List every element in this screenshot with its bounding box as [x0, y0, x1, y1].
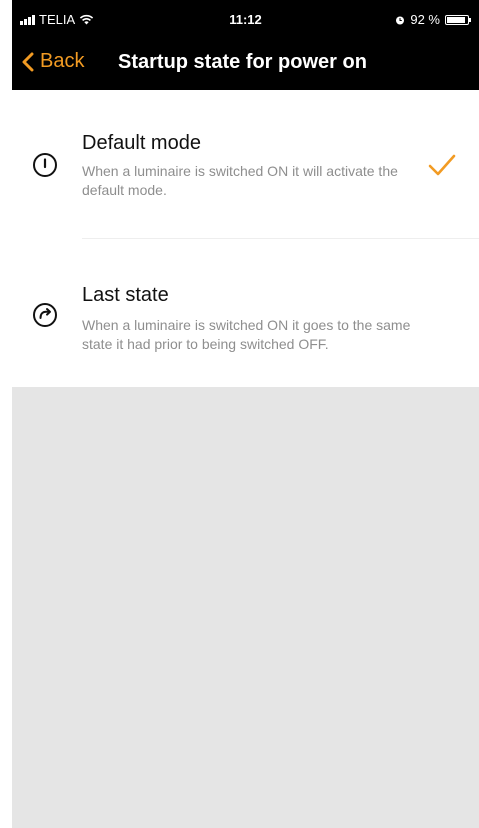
battery-icon [445, 14, 471, 25]
option-last-state[interactable]: Last state When a luminaire is switched … [12, 238, 479, 387]
battery-percent: 92 % [410, 12, 440, 27]
status-bar: TELIA 11:12 92 % [12, 0, 479, 40]
page-title: Startup state for power on [118, 51, 367, 73]
redo-icon [33, 303, 57, 327]
alarm-icon [396, 16, 405, 24]
option-title: Default mode [82, 132, 201, 154]
power-icon [33, 153, 57, 177]
option-description: When a luminaire is switched ON it goes … [82, 317, 411, 352]
startup-options-list: Default mode When a luminaire is switche… [12, 90, 479, 387]
option-title: Last state [82, 284, 169, 306]
app-screen: TELIA 11:12 92 % Back Startup state for … [12, 0, 479, 828]
top-bar: TELIA 11:12 92 % Back Startup state for … [12, 0, 479, 90]
checkmark-icon [428, 154, 456, 176]
back-button[interactable]: Back [22, 50, 84, 73]
chevron-left-icon [22, 52, 34, 71]
option-description: When a luminaire is switched ON it will … [82, 163, 398, 198]
navigation-bar: Back Startup state for power on [12, 40, 479, 90]
option-default-mode[interactable]: Default mode When a luminaire is switche… [12, 90, 479, 238]
status-right: 92 % [395, 12, 471, 27]
back-label: Back [40, 50, 85, 72]
